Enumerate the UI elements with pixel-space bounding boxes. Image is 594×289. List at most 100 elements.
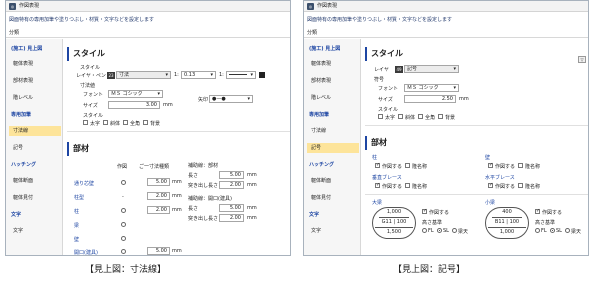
hashiragata-input[interactable]: 2.00	[147, 192, 170, 200]
content: スタイル スタイル レイヤ・ペン 23 寸法 ▾ 1: 0.13 ▾ 1: ▾ 寸法…	[67, 39, 290, 255]
chevron-down-icon: ▾	[165, 72, 168, 78]
layer-select[interactable]: 記号 ▾	[404, 65, 459, 73]
sidebar-item-mitsuke[interactable]: 躯体見付	[9, 193, 61, 203]
layer-number: 49	[395, 66, 403, 73]
sidebar-item-danmen[interactable]: 躯体断面	[9, 176, 61, 186]
sidebar-item-level[interactable]: 階レベル	[307, 93, 359, 103]
line-type-select[interactable]: ▾	[226, 71, 256, 79]
sidebar-item-kigo[interactable]: 記号	[9, 143, 61, 153]
section-style: スタイル	[67, 47, 105, 61]
sidebar-item-buzai[interactable]: 部材表現	[307, 76, 359, 86]
ooari-sakuzu-checkbox[interactable]	[422, 208, 427, 214]
arrow-label: 矢印	[198, 97, 209, 103]
chevron-down-icon: ▾	[210, 72, 213, 78]
sidebar-item-mitsuke[interactable]: 躯体見付	[307, 193, 359, 203]
sidebar-item-buzai[interactable]: 部材表現	[9, 76, 61, 86]
pen-no-1: 1:	[174, 72, 179, 78]
toorishin-input[interactable]: 5.00	[147, 178, 170, 186]
window-title: 作図表現	[317, 3, 338, 9]
zenkaku-label: 全角	[130, 121, 141, 127]
ooari-fl-radio[interactable]	[422, 228, 427, 233]
kabe-sakuzu-checkbox[interactable]	[488, 162, 493, 168]
koari-fl-label: FL	[541, 228, 547, 234]
sidebar-item-kigo[interactable]: 記号	[307, 143, 359, 153]
italic-checkbox[interactable]	[398, 114, 403, 119]
hosoku-buzai: 補助線：部材	[188, 163, 219, 169]
sidebar-item-moji[interactable]: 文字	[307, 226, 359, 236]
font-value: ＭＳ ゴシック	[111, 91, 143, 97]
background-checkbox[interactable]	[438, 114, 443, 119]
toorishin-radio[interactable]	[121, 180, 126, 185]
ooari-sl-radio[interactable]	[437, 228, 442, 233]
hashira-input[interactable]: 2.00	[147, 206, 170, 214]
sidebar-header-kahitsu: 専用加筆	[11, 112, 32, 118]
pen-width-select[interactable]: 0.13 ▾	[181, 71, 216, 79]
kabe-label: 壁	[485, 155, 491, 161]
hashira-sakuzu-checkbox[interactable]	[375, 162, 380, 168]
pen-width-value: 0.13	[184, 72, 196, 78]
style2-label: スタイル	[378, 107, 399, 113]
bold-checkbox[interactable]	[378, 114, 383, 119]
arrow-select[interactable]: ●—● ▾	[209, 95, 253, 103]
r3-unit: mm	[247, 205, 257, 211]
color-swatch[interactable]	[259, 72, 265, 78]
r3-input[interactable]: 5.00	[219, 204, 244, 212]
italic-checkbox[interactable]	[103, 120, 108, 125]
sidebar-item-kutai[interactable]: 躯体表現	[307, 59, 359, 69]
r2-label: 突き出し長さ	[188, 183, 219, 189]
sidebar-item-level[interactable]: 階レベル	[9, 93, 61, 103]
row-kaikou: 開口(建具)	[74, 250, 98, 256]
sidebar-item-danmen[interactable]: 躯体断面	[307, 176, 359, 186]
bold-checkbox[interactable]	[83, 120, 88, 125]
size-input[interactable]: 3.00	[108, 101, 160, 109]
font-select[interactable]: ＭＳ ゴシック ▾	[404, 84, 459, 92]
suichoku-ryaku-checkbox[interactable]	[405, 183, 410, 188]
zenkaku-checkbox[interactable]	[418, 114, 423, 119]
kabe-sakuzu-label: 作図する	[495, 164, 516, 170]
suihei-sakuzu-checkbox[interactable]	[488, 182, 493, 188]
koari-fl-radio[interactable]	[535, 228, 540, 233]
r2-input[interactable]: 2.00	[219, 181, 244, 189]
ooari-kiso-radio[interactable]	[452, 228, 457, 233]
kabe-ryaku-checkbox[interactable]	[518, 163, 523, 168]
koari-kiso-label: 梁天	[571, 229, 582, 235]
r1-input[interactable]: 5.00	[219, 171, 244, 179]
kabe-radio[interactable]	[121, 236, 126, 241]
hashira-ryaku-label: 隆名称	[412, 164, 428, 170]
sidebar-item-moji[interactable]: 文字	[9, 226, 61, 236]
koari-e4: 1,000	[499, 229, 515, 235]
kaikou-radio[interactable]	[121, 249, 126, 254]
r4-input[interactable]: 2.00	[219, 214, 244, 222]
ooari-d3: 100	[396, 219, 407, 225]
koari-kiso-radio[interactable]	[565, 228, 570, 233]
pen-icon[interactable]: ▽	[578, 56, 586, 63]
background-label: 背景	[445, 115, 456, 121]
suichoku-sakuzu-checkbox[interactable]	[375, 182, 380, 188]
sidebar-item-kutai[interactable]: 躯体表現	[9, 59, 61, 69]
ooari-d2: G11	[381, 219, 392, 225]
sidebar-item-sunposen[interactable]: 寸法線	[307, 126, 359, 136]
chevron-down-icon: ▾	[247, 96, 250, 102]
font-select[interactable]: ＭＳ ゴシック ▾	[108, 90, 163, 98]
suichoku-ryaku-label: 隆名称	[412, 184, 428, 190]
koari-sl-radio[interactable]	[550, 228, 555, 233]
koari-sakuzu-checkbox[interactable]	[535, 208, 540, 214]
size-input[interactable]: 2.50	[404, 95, 456, 103]
suihei-ryaku-checkbox[interactable]	[518, 183, 523, 188]
hari-radio[interactable]	[121, 222, 126, 227]
kaikou-input[interactable]: 5.00	[147, 247, 170, 255]
sidebar-header-miage: (施工) 見上図	[309, 46, 341, 52]
suihei-ryaku-label: 隆名称	[525, 184, 541, 190]
r4-label: 突き出し長さ	[188, 216, 219, 222]
content: スタイル ▽ レイヤ 49 記号 ▾ 符号 フォント ＭＳ ゴシック ▾ サイズ 2…	[365, 39, 588, 255]
layer-select[interactable]: 寸法 ▾	[116, 71, 171, 79]
layer-number: 23	[107, 72, 115, 79]
row-toorishin: 通り芯壁	[74, 181, 95, 187]
background-checkbox[interactable]	[143, 120, 148, 125]
ooari-sl-label: SL	[443, 228, 449, 234]
zenkaku-checkbox[interactable]	[123, 120, 128, 125]
hashira-radio[interactable]	[121, 208, 126, 213]
hashira-ryaku-checkbox[interactable]	[405, 163, 410, 168]
sidebar-item-sunposen[interactable]: 寸法線	[9, 126, 61, 136]
layer-label: レイヤ	[374, 67, 389, 73]
